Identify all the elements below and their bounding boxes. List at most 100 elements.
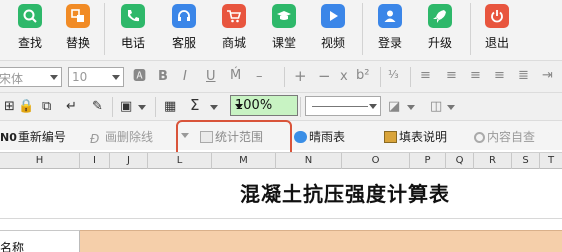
exit-label: 退出 bbox=[484, 36, 509, 50]
subscript-icon[interactable]: x bbox=[340, 70, 348, 83]
font-name-value: 宋体 bbox=[0, 72, 24, 86]
phone-label: 电话 bbox=[120, 36, 145, 50]
content-check-button[interactable]: 内容自查 bbox=[474, 128, 535, 145]
cart-icon bbox=[222, 4, 246, 28]
weather-table-button[interactable]: 晴雨表 bbox=[294, 128, 345, 145]
font-name-select[interactable]: 宋体 bbox=[0, 67, 62, 87]
font-size-select[interactable]: 10 bbox=[68, 67, 124, 87]
font-color-icon[interactable]: 🅰 bbox=[133, 70, 146, 83]
column-l[interactable]: L bbox=[148, 153, 212, 169]
classroom-button[interactable]: 课堂 bbox=[264, 4, 304, 54]
column-m[interactable]: M bbox=[212, 153, 276, 169]
chevron-down-icon[interactable] bbox=[447, 105, 455, 110]
column-i[interactable]: I bbox=[80, 153, 110, 169]
chevron-down-icon bbox=[369, 104, 377, 109]
renumber-button[interactable]: N0重新编号 bbox=[0, 128, 66, 145]
upgrade-button[interactable]: 升级 bbox=[420, 4, 460, 54]
toolbar-divider bbox=[380, 67, 381, 87]
calculator-icon[interactable]: ▦ bbox=[164, 100, 176, 113]
fill-instructions-label: 填表说明 bbox=[399, 130, 448, 144]
indent-icon[interactable]: ⇥ bbox=[542, 69, 553, 82]
find-label: 查找 bbox=[17, 36, 42, 50]
distribute-icon[interactable]: ≣ bbox=[518, 69, 529, 82]
image-icon[interactable]: ▣ bbox=[120, 100, 132, 113]
column-p[interactable]: P bbox=[410, 153, 446, 169]
column-h[interactable]: H bbox=[0, 153, 80, 169]
line-style-select[interactable] bbox=[305, 96, 381, 116]
font-toolbar: 宋体 10 🅰 B I U Ḿ – + − x b² ⅓ ≡ ≡ ≡ ≡ ≣ ⇥ bbox=[0, 60, 562, 92]
mall-button[interactable]: 商城 bbox=[214, 4, 254, 54]
align-left-icon[interactable]: ≡ bbox=[420, 69, 431, 82]
fraction-icon[interactable]: ⅓ bbox=[388, 69, 399, 80]
underline-icon[interactable]: U bbox=[206, 70, 216, 83]
superscript-icon[interactable]: b² bbox=[356, 69, 369, 82]
align-justify-icon[interactable]: ≡ bbox=[494, 69, 505, 82]
row-gridline bbox=[0, 218, 562, 219]
video-label: 视频 bbox=[320, 36, 345, 50]
align-right-icon[interactable]: ≡ bbox=[470, 69, 481, 82]
zoom-select[interactable]: 100% bbox=[230, 95, 298, 116]
plus-icon[interactable]: + bbox=[294, 69, 307, 84]
strikeout-icon[interactable]: – bbox=[256, 70, 263, 83]
toolbar-divider bbox=[300, 97, 301, 117]
column-j[interactable]: J bbox=[110, 153, 148, 169]
power-icon bbox=[485, 4, 509, 28]
chevron-down-icon[interactable] bbox=[407, 105, 415, 110]
toolbar-divider bbox=[155, 97, 156, 117]
replace-label: 替换 bbox=[65, 36, 90, 50]
chevron-down-icon[interactable] bbox=[210, 105, 218, 110]
strikethrough-delete-button[interactable]: Ð 画删除线 bbox=[90, 128, 153, 146]
chevron-down-icon bbox=[235, 104, 243, 109]
classroom-label: 课堂 bbox=[271, 36, 296, 50]
fill-instructions-button[interactable]: 填表说明 bbox=[384, 128, 447, 145]
column-n[interactable]: N bbox=[276, 153, 342, 169]
name-label: 名称 bbox=[0, 241, 25, 252]
wrap-icon[interactable]: ↵ bbox=[66, 100, 77, 113]
phone-button[interactable]: 电话 bbox=[113, 4, 153, 54]
play-icon bbox=[321, 4, 345, 28]
column-t[interactable]: T bbox=[540, 153, 562, 169]
brush-icon[interactable]: ✎ bbox=[92, 100, 103, 113]
headset-icon bbox=[172, 4, 196, 28]
top-ribbon: 查找 替换 电话 客服 商城 课堂 视频 登录 升级 退出 bbox=[0, 0, 562, 60]
ribbon-divider bbox=[104, 3, 105, 55]
name-cell[interactable]: 名称 bbox=[0, 230, 80, 252]
align-center-icon[interactable]: ≡ bbox=[446, 69, 457, 82]
fill-icon[interactable]: ◫ bbox=[430, 100, 442, 113]
minus-icon[interactable]: − bbox=[318, 69, 331, 84]
weather-icon bbox=[294, 131, 307, 143]
ribbon-divider bbox=[362, 3, 363, 55]
column-s[interactable]: S bbox=[512, 153, 540, 169]
italic-icon[interactable]: I bbox=[183, 70, 187, 83]
bold-icon[interactable]: B bbox=[158, 70, 168, 83]
lock-icon[interactable]: 🔒 bbox=[18, 100, 34, 113]
column-o[interactable]: O bbox=[342, 153, 410, 169]
chevron-down-icon[interactable] bbox=[138, 105, 146, 110]
login-label: 登录 bbox=[377, 36, 402, 50]
toolbar-divider bbox=[410, 67, 411, 87]
search-icon bbox=[18, 4, 42, 28]
sum-icon[interactable]: Σ bbox=[190, 98, 199, 113]
column-header: H I J L M N O P Q R S T bbox=[0, 152, 562, 169]
replace-icon bbox=[66, 4, 90, 28]
chevron-down-icon bbox=[112, 75, 120, 80]
magnifier-icon bbox=[474, 132, 485, 143]
phone-icon bbox=[121, 4, 145, 28]
weather-table-label: 晴雨表 bbox=[309, 130, 346, 144]
exit-button[interactable]: 退出 bbox=[477, 4, 517, 54]
chevron-down-icon bbox=[50, 75, 58, 80]
border-icon[interactable]: ◪ bbox=[388, 100, 400, 113]
service-button[interactable]: 客服 bbox=[164, 4, 204, 54]
column-q[interactable]: Q bbox=[446, 153, 474, 169]
merge-icon[interactable]: ⊞ bbox=[4, 100, 15, 113]
copy-format-icon[interactable]: ⧉ bbox=[42, 100, 51, 113]
find-button[interactable]: 查找 bbox=[10, 4, 50, 54]
video-button[interactable]: 视频 bbox=[313, 4, 353, 54]
input-cell-range[interactable] bbox=[80, 230, 562, 252]
strikethrough-icon: Ð bbox=[90, 132, 100, 146]
column-r[interactable]: R bbox=[474, 153, 512, 169]
login-button[interactable]: 登录 bbox=[370, 4, 410, 54]
replace-button[interactable]: 替换 bbox=[58, 4, 98, 54]
phonetic-icon[interactable]: Ḿ bbox=[230, 69, 241, 82]
service-label: 客服 bbox=[171, 36, 196, 50]
